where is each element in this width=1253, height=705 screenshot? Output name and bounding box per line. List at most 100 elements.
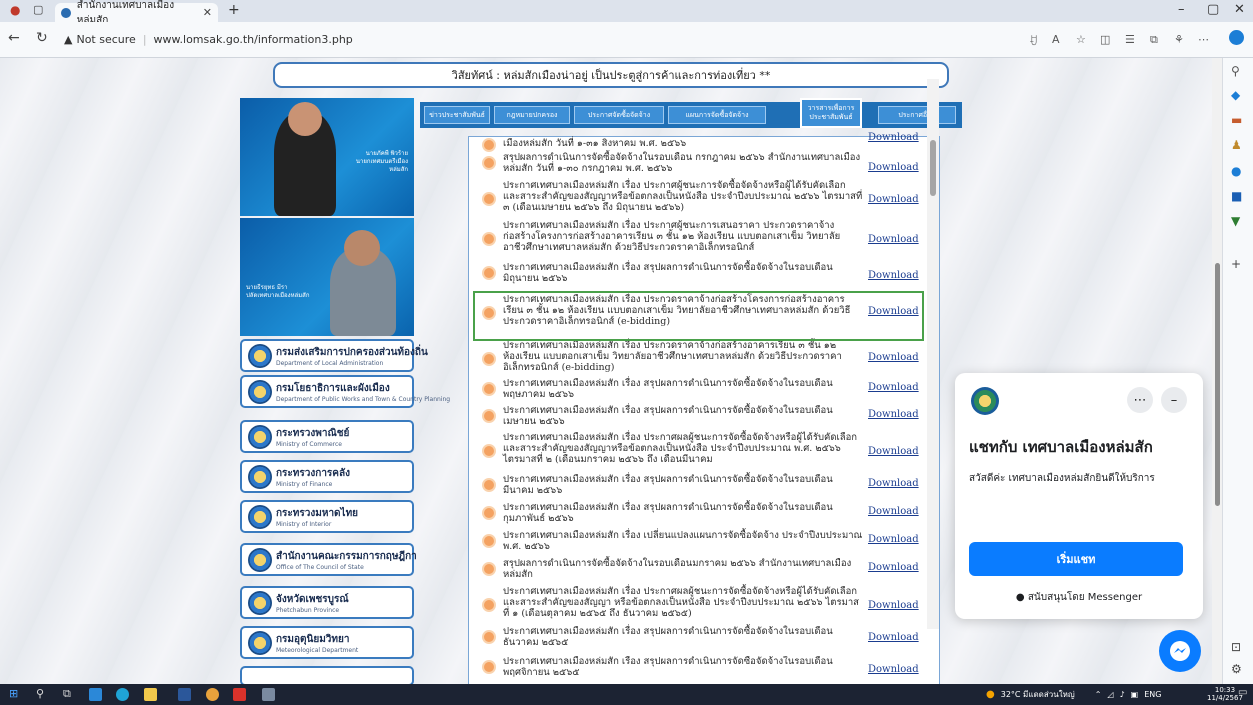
highlight-box [473, 291, 924, 341]
list-item: ประกาศเทศบาลเมืองหล่มสัก เรื่อง สรุปผลกา… [482, 656, 924, 678]
link-dpt[interactable]: กรมโยธาธิการและผังเมือง Department of Pub… [240, 375, 450, 408]
download-link[interactable]: Download [868, 194, 919, 205]
download-link[interactable]: Download [868, 446, 919, 457]
outlook-icon[interactable]: ■ [1231, 189, 1242, 203]
list-item-text: ประกาศเทศบาลเมืองหล่มสัก เรื่อง สรุปผลกา… [503, 656, 833, 678]
messenger-small-icon: ● [1015, 592, 1025, 603]
chrome-app-icon[interactable] [206, 688, 219, 701]
tab-journal[interactable]: วารสารเพื่อการประชาสัมพันธ์ [800, 98, 862, 128]
url-field[interactable]: ▲ Not secure | www.lomsak.go.th/informat… [64, 27, 964, 52]
page-scrollbar-thumb[interactable] [1215, 263, 1220, 506]
paint-app-icon[interactable] [262, 688, 275, 701]
tab-actions-icon[interactable]: ▢ [33, 3, 43, 16]
more-icon[interactable]: ⋯ [1198, 33, 1209, 46]
link-interior[interactable]: กระทรวงมหาดไทย Ministry of Interior [240, 500, 414, 533]
link-phetchabun[interactable]: จังหวัดเพชรบูรณ์ Phetchabun Province [240, 586, 414, 619]
edge-app-icon[interactable] [116, 688, 129, 701]
search-icon[interactable]: ⚲ [1231, 64, 1240, 78]
store-app-icon[interactable] [89, 688, 102, 701]
settings-icon[interactable]: ⚙ [1231, 662, 1242, 676]
briefcase-icon[interactable]: ▬ [1231, 113, 1242, 127]
download-link[interactable]: Download [868, 382, 919, 393]
download-link[interactable]: Download [868, 506, 919, 517]
restore-icon[interactable]: ▢ [1207, 2, 1219, 17]
download-link[interactable]: Download [868, 632, 919, 643]
download-link[interactable]: Download [868, 162, 919, 173]
list-item-text: เมืองหล่มสัก วันที่ ๑-๓๑ สิงหาคม พ.ศ. ๒๕… [503, 138, 687, 149]
bullet-icon [482, 630, 496, 644]
download-link[interactable]: Download [868, 534, 919, 545]
new-tab-icon[interactable]: + [228, 2, 240, 18]
link-finance[interactable]: กระทรวงการคลัง Ministry of Finance [240, 460, 414, 493]
bullet-icon [482, 192, 496, 206]
language-text[interactable]: ENG [1144, 690, 1161, 699]
download-link[interactable]: Download [868, 478, 919, 489]
bullet-icon [482, 232, 496, 246]
add-icon[interactable]: + [1231, 257, 1241, 271]
link-commerce[interactable]: กระทรวงพาณิชย์ Ministry of Commerce [240, 420, 414, 453]
download-link[interactable]: Download [868, 270, 919, 281]
extensions-icon[interactable]: ⚘ [1174, 33, 1184, 46]
browser-tab[interactable]: สำนักงานเทศบาลเมืองหล่มสัก ✕ [55, 0, 218, 26]
task-view-icon[interactable]: ⧉ [63, 687, 71, 701]
language-icon[interactable]: ▣ [1131, 690, 1139, 699]
download-link[interactable]: Download [868, 664, 919, 675]
start-chat-button[interactable]: เริ่มแชท [969, 542, 1183, 576]
tab-news[interactable]: ข่าวประชาสัมพันธ์ [424, 106, 490, 124]
krisdika-logo-icon [248, 547, 272, 572]
word-app-icon[interactable] [178, 688, 191, 701]
tab-other[interactable]: ประกาศอื่นๆ [878, 106, 956, 124]
favorites-list-icon[interactable]: ☰ [1125, 33, 1135, 46]
list-item-text: ประกาศเทศบาลเมืองหล่มสัก เรื่อง เปลี่ยนแ… [503, 530, 863, 552]
list-item-text: สรุปผลการดำเนินการจัดซื้อจัดจ้างในรอบเดื… [503, 152, 861, 174]
chat-more-icon[interactable]: ⋯ [1127, 387, 1153, 413]
window-close-icon[interactable]: ✕ [1234, 2, 1245, 17]
weather-text[interactable]: 32°C มีแดดส่วนใหญ่ [1001, 688, 1075, 701]
tag-icon[interactable]: ◆ [1231, 88, 1240, 102]
read-aloud-icon[interactable]: A [1052, 33, 1060, 46]
copilot-icon[interactable] [1229, 30, 1244, 45]
acrobat-app-icon[interactable] [233, 688, 246, 701]
download-link[interactable]: Download [868, 132, 919, 143]
tab-law[interactable]: กฎหมายปกครอง [494, 106, 570, 124]
download-link[interactable]: Download [868, 234, 919, 245]
download-link[interactable]: Download [868, 562, 919, 573]
explorer-app-icon[interactable] [144, 688, 157, 701]
tab-procurement-plan[interactable]: แผนการจัดซื้อจัดจ้าง [668, 106, 766, 124]
tab-procurement[interactable]: ประกาศจัดซื้อจัดจ้าง [574, 106, 664, 124]
list-item-text: สรุปผลการดำเนินการจัดซื้อจัดจ้างในรอบเดื… [503, 558, 852, 580]
notifications-icon[interactable]: ▭ [1238, 687, 1247, 698]
split-screen-icon[interactable]: ◫ [1100, 33, 1110, 46]
collections-icon[interactable]: ⧉ [1150, 33, 1158, 47]
screenshot-icon[interactable]: ⊡ [1231, 640, 1241, 654]
translate-icon[interactable]: ꀀ [1029, 33, 1038, 48]
volume-icon[interactable]: ♪ [1120, 690, 1125, 699]
link-tmd[interactable]: กรมอุตุนิยมวิทยา Meteorological Departmen… [240, 626, 414, 659]
favorite-icon[interactable]: ☆ [1076, 33, 1086, 46]
link-krisdika[interactable]: สำนักงานคณะกรรมการกฤษฎีกา Office of The C… [240, 543, 417, 576]
drop-icon[interactable]: ▼ [1231, 214, 1240, 228]
back-icon[interactable]: ← [8, 30, 20, 46]
list-item-text: ประกาศเทศบาลเมืองหล่มสัก เรื่อง สรุปผลกา… [503, 626, 833, 648]
link-sublabel: Ministry of Finance [276, 480, 333, 488]
taskbar-search-icon[interactable]: ⚲ [36, 687, 44, 700]
download-link[interactable]: Download [868, 352, 919, 363]
bullet-icon [482, 478, 496, 492]
tray-expand-icon[interactable]: ⌃ [1095, 690, 1102, 699]
minimize-icon[interactable]: – [1178, 2, 1185, 17]
games-icon[interactable]: ♟ [1231, 138, 1242, 152]
link-more[interactable] [240, 666, 414, 684]
chat-minimize-icon[interactable]: – [1161, 387, 1187, 413]
close-tab-icon[interactable]: ✕ [203, 6, 212, 19]
link-dla[interactable]: กรมส่งเสริมการปกครองส่วนท้องถิ่น Departme… [240, 339, 428, 372]
refresh-icon[interactable]: ↻ [36, 30, 48, 46]
list-scrollbar-thumb[interactable] [930, 140, 936, 196]
messenger-icon[interactable] [1159, 630, 1201, 672]
network-icon[interactable]: ◿ [1107, 690, 1113, 699]
office-icon[interactable]: ● [1231, 164, 1241, 178]
list-item-text: ประกาศเทศบาลเมืองหล่มสัก เรื่อง สรุปผลกา… [503, 474, 833, 496]
start-icon[interactable]: ⊞ [9, 687, 18, 700]
profile-icon[interactable]: ● [10, 3, 20, 17]
download-link[interactable]: Download [868, 409, 919, 420]
download-link[interactable]: Download [868, 600, 919, 611]
